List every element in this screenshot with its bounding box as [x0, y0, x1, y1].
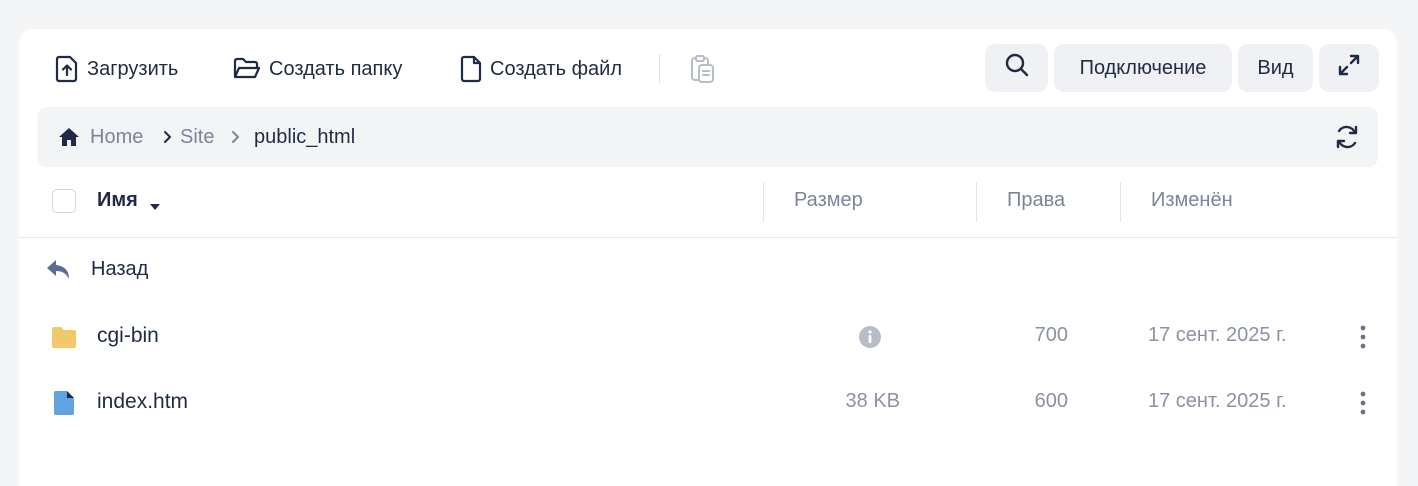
column-divider	[1120, 182, 1121, 222]
upload-button[interactable]: Загрузить	[55, 52, 178, 86]
new-folder-button[interactable]: Создать папку	[233, 52, 402, 86]
upload-label: Загрузить	[87, 57, 179, 80]
file-icon	[460, 55, 482, 83]
file-icon	[53, 390, 75, 421]
folder-icon	[51, 325, 77, 354]
chevron-right-icon	[162, 130, 172, 149]
file-manager-panel	[19, 29, 1397, 486]
search-icon	[1004, 52, 1030, 84]
breadcrumb-site[interactable]: Site	[180, 124, 214, 150]
row-modified: 17 сент. 2025 г.	[1148, 324, 1287, 346]
header-divider	[19, 237, 1397, 238]
info-icon[interactable]	[858, 325, 882, 354]
toolbar-divider	[659, 54, 660, 84]
more-options-icon[interactable]	[1355, 325, 1371, 354]
search-button[interactable]	[985, 44, 1048, 92]
back-arrow-icon[interactable]	[45, 258, 73, 289]
expand-button[interactable]	[1319, 44, 1379, 92]
new-file-label: Создать файл	[490, 57, 622, 80]
column-size[interactable]: Размер	[794, 189, 863, 212]
upload-icon	[55, 55, 79, 83]
row-modified: 17 сент. 2025 г.	[1148, 390, 1287, 412]
more-options-icon[interactable]	[1355, 391, 1371, 420]
breadcrumb-current: public_html	[254, 126, 356, 148]
home-icon[interactable]	[58, 126, 80, 153]
clipboard-icon	[690, 54, 716, 84]
view-label: Вид	[1257, 56, 1294, 79]
new-folder-label: Создать папку	[269, 57, 403, 80]
column-divider	[763, 182, 764, 222]
expand-icon	[1337, 53, 1361, 83]
chevron-right-icon	[230, 130, 240, 149]
paste-button[interactable]	[690, 52, 716, 86]
view-button[interactable]: Вид	[1238, 44, 1313, 92]
column-name[interactable]: Имя	[97, 189, 138, 212]
row-size: 38 KB	[845, 390, 900, 412]
breadcrumb-home[interactable]: Home	[90, 124, 143, 150]
column-modified[interactable]: Изменён	[1151, 189, 1233, 212]
caret-down-icon	[149, 198, 161, 216]
select-all-checkbox[interactable]	[52, 189, 76, 213]
connect-label: Подключение	[1079, 56, 1207, 79]
back-link[interactable]: Назад	[91, 258, 148, 281]
column-perms[interactable]: Права	[1007, 189, 1065, 212]
row-name[interactable]: index.htm	[97, 390, 188, 414]
folder-open-icon	[233, 57, 261, 81]
row-perms: 700	[1034, 324, 1068, 346]
row-perms: 600	[1034, 390, 1068, 412]
refresh-icon[interactable]	[1334, 124, 1360, 155]
row-name[interactable]: cgi-bin	[97, 324, 159, 348]
column-divider	[976, 182, 977, 222]
connect-button[interactable]: Подключение	[1054, 44, 1232, 92]
new-file-button[interactable]: Создать файл	[460, 52, 622, 86]
